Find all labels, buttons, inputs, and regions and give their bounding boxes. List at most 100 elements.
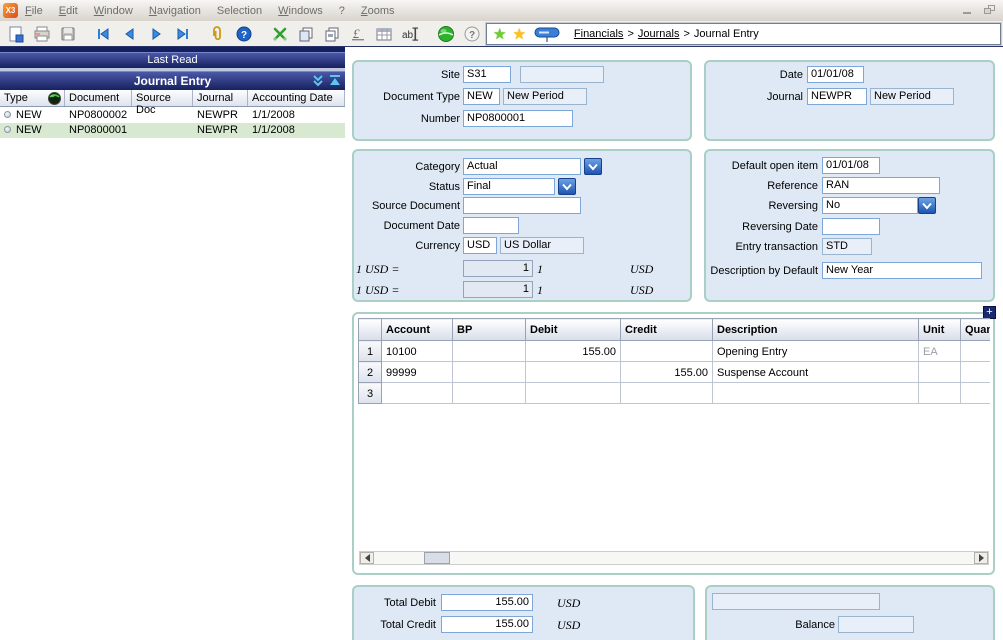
attachments-icon[interactable] (208, 24, 228, 44)
last-record-icon[interactable] (172, 24, 192, 44)
currency-field[interactable]: USD (463, 237, 497, 254)
favorite-star-icon[interactable]: ★ (512, 27, 525, 42)
menu-windows[interactable]: Windows (278, 5, 323, 17)
expand-list-icon[interactable] (312, 74, 324, 87)
reversing-dropdown-button[interactable] (918, 197, 936, 214)
minimize-icon[interactable] (961, 4, 975, 16)
menu-help[interactable]: ? (339, 5, 345, 17)
web-green-icon[interactable] (436, 24, 456, 44)
list-item[interactable]: NEW NP0800002 NEWPR 1/1/2008 (0, 108, 345, 123)
cell-debit[interactable]: 155.00 (526, 341, 621, 362)
grid-header-bp[interactable]: BP (453, 319, 526, 341)
document-date-field[interactable] (463, 217, 519, 234)
grid-header-debit[interactable]: Debit (526, 319, 621, 341)
row-number[interactable]: 2 (359, 362, 382, 383)
cell-credit[interactable]: 155.00 (621, 362, 713, 383)
default-open-item-field[interactable]: 01/01/08 (822, 157, 880, 174)
grid-horizontal-scrollbar[interactable] (359, 551, 989, 565)
cell-unit[interactable] (919, 362, 961, 383)
status-field[interactable]: Final (463, 178, 555, 195)
cell-unit[interactable]: EA (919, 341, 961, 362)
breadcrumb-separator: > (627, 28, 633, 40)
cell-document: NP0800002 (65, 108, 132, 123)
cell-quantity[interactable] (961, 362, 991, 383)
copy-icon[interactable] (296, 24, 316, 44)
restore-icon[interactable] (983, 4, 997, 16)
menu-navigation[interactable]: Navigation (149, 5, 201, 17)
cell-debit[interactable] (526, 383, 621, 404)
cell-account[interactable] (382, 383, 453, 404)
cell-debit[interactable] (526, 362, 621, 383)
menu-selection[interactable]: Selection (217, 5, 262, 17)
cell-credit[interactable] (621, 383, 713, 404)
column-header-accounting-date[interactable]: Accounting Date (248, 90, 345, 106)
description-by-default-field[interactable]: New Year (822, 262, 982, 279)
column-header-document[interactable]: Document (65, 90, 132, 106)
grid-header-credit[interactable]: Credit (621, 319, 713, 341)
grid-header-account[interactable]: Account (382, 319, 453, 341)
previous-record-icon[interactable] (120, 24, 140, 44)
cell-description[interactable] (713, 383, 919, 404)
about-icon[interactable]: ? (462, 24, 482, 44)
cell-unit[interactable] (919, 383, 961, 404)
reversing-field[interactable]: No (822, 197, 918, 214)
first-record-icon[interactable] (94, 24, 114, 44)
cell-quantity[interactable] (961, 341, 991, 362)
table-icon[interactable] (374, 24, 394, 44)
favorite-outline-star-icon[interactable]: ★ (493, 27, 506, 42)
breadcrumb-link-financials[interactable]: Financials (574, 28, 624, 40)
category-field[interactable]: Actual (463, 158, 581, 175)
menu-window[interactable]: Window (94, 5, 133, 17)
new-document-icon[interactable] (6, 24, 26, 44)
scroll-right-button[interactable] (974, 552, 988, 564)
grid-header-description[interactable]: Description (713, 319, 919, 341)
cell-quantity[interactable] (961, 383, 991, 404)
text-edit-icon[interactable]: ab (400, 24, 420, 44)
help-icon[interactable]: ? (234, 24, 254, 44)
journal-entry-section-header[interactable]: Journal Entry (0, 71, 345, 90)
journal-field[interactable]: NEWPR (807, 88, 867, 105)
status-dropdown-button[interactable] (558, 178, 576, 195)
document-type-field[interactable]: NEW (463, 88, 500, 105)
save-icon[interactable] (58, 24, 78, 44)
cell-account[interactable]: 10100 (382, 341, 453, 362)
site-field[interactable]: S31 (463, 66, 511, 83)
signpost-icon[interactable] (532, 24, 562, 44)
column-header-type[interactable]: Type (0, 90, 65, 106)
currency-icon[interactable]: £ (348, 24, 368, 44)
grid-header-quantity[interactable]: Quantity (961, 319, 991, 341)
cell-credit[interactable] (621, 341, 713, 362)
menu-file[interactable]: File (25, 5, 43, 17)
row-number[interactable]: 1 (359, 341, 382, 362)
scrollbar-thumb[interactable] (424, 552, 450, 564)
print-icon[interactable] (32, 24, 52, 44)
cell-bp[interactable] (453, 362, 526, 383)
menu-zooms[interactable]: Zooms (361, 5, 395, 17)
menu-navigation-mnemonic: N (149, 5, 157, 17)
cell-bp[interactable] (453, 341, 526, 362)
cell-bp[interactable] (453, 383, 526, 404)
list-item-selected[interactable]: NEW NP0800001 NEWPR 1/1/2008 (0, 123, 345, 138)
source-document-field[interactable] (463, 197, 581, 214)
reversing-date-field[interactable] (822, 218, 880, 235)
reference-field[interactable]: RAN (822, 177, 940, 194)
cell-account[interactable]: 99999 (382, 362, 453, 383)
row-number[interactable]: 3 (359, 383, 382, 404)
cell-description[interactable]: Opening Entry (713, 341, 919, 362)
paste-icon[interactable] (322, 24, 342, 44)
last-read-header[interactable]: Last Read (0, 52, 345, 68)
column-header-journal[interactable]: Journal (193, 90, 248, 106)
menu-edit[interactable]: Edit (59, 5, 78, 17)
grid-header-unit[interactable]: Unit (919, 319, 961, 341)
number-field[interactable]: NP0800001 (463, 110, 573, 127)
category-dropdown-button[interactable] (584, 158, 602, 175)
next-record-icon[interactable] (146, 24, 166, 44)
column-header-source-doc[interactable]: Source Doc (132, 90, 193, 106)
tools-icon[interactable] (270, 24, 290, 44)
collapse-up-icon[interactable] (329, 74, 341, 87)
scroll-left-button[interactable] (360, 552, 374, 564)
breadcrumb-link-journals[interactable]: Journals (638, 28, 680, 40)
cell-description[interactable]: Suspense Account (713, 362, 919, 383)
date-field[interactable]: 01/01/08 (807, 66, 864, 83)
journal-description-field: New Period (870, 88, 954, 105)
